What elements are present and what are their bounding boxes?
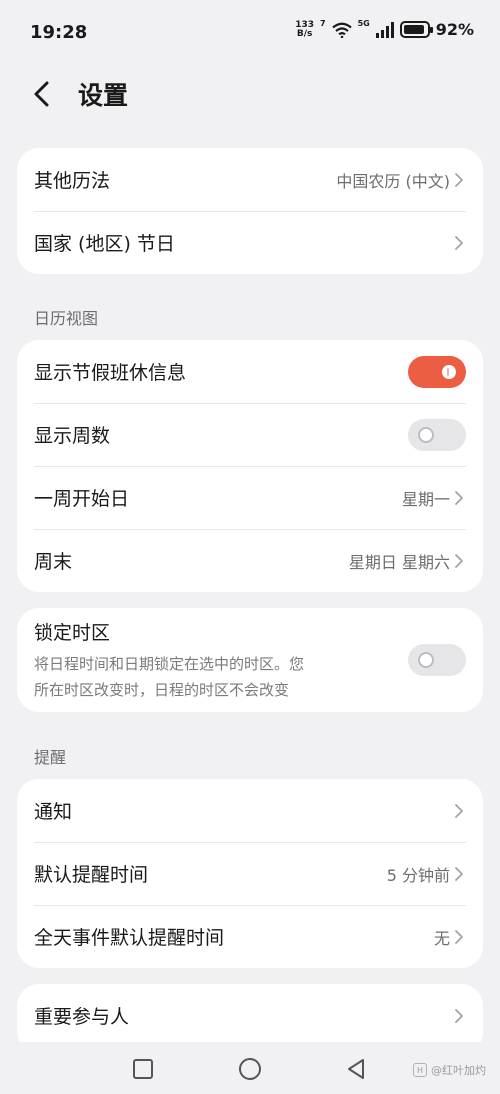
calendar-type-card: 其他历法 中国农历 (中文) 国家 (地区) 节日 <box>17 148 483 274</box>
chevron-right-icon <box>454 552 466 570</box>
other-calendar-row[interactable]: 其他历法 中国农历 (中文) <box>17 148 483 211</box>
notification-label: 通知 <box>34 801 73 823</box>
lock-timezone-desc-line2: 所在时区改变时，日程的时区不会改变 <box>34 680 290 699</box>
allday-reminder-label: 全天事件默认提醒时间 <box>34 927 225 949</box>
square-icon <box>133 1059 153 1079</box>
reminder-card: 通知 默认提醒时间 5 分钟前 全天事件默认提醒时间 无 <box>17 779 483 968</box>
weekend-label: 周末 <box>34 551 73 573</box>
page-title: 设置 <box>78 81 129 110</box>
signal-icon <box>375 21 394 38</box>
week-start-value: 星期一 <box>401 489 450 509</box>
show-week-number-row: 显示周数 <box>17 403 483 466</box>
battery-percent: 92% <box>435 20 474 39</box>
chevron-right-icon <box>454 234 466 252</box>
weekend-row[interactable]: 周末 星期日 星期六 <box>17 529 483 592</box>
status-bar: 19:28 133 B/s 7 5G 92% <box>0 0 500 66</box>
status-time: 19:28 <box>30 22 88 43</box>
week-start-row[interactable]: 一周开始日 星期一 <box>17 466 483 529</box>
lock-timezone-row: 锁定时区 将日程时间和日期锁定在选中的时区。您 所在时区改变时，日程的时区不会改… <box>17 608 483 712</box>
chevron-right-icon <box>454 802 466 820</box>
important-attendees-label: 重要参与人 <box>34 1006 130 1028</box>
week-start-label: 一周开始日 <box>34 488 130 510</box>
default-reminder-label: 默认提醒时间 <box>34 864 149 886</box>
weekend-value: 星期日 星期六 <box>348 552 450 572</box>
show-week-number-toggle[interactable] <box>408 418 466 451</box>
chevron-right-icon <box>454 171 466 189</box>
header: 设置 <box>0 74 500 114</box>
signal-label: 5G <box>357 19 370 28</box>
default-reminder-value: 5 分钟前 <box>386 865 450 885</box>
allday-reminder-value: 无 <box>433 928 450 948</box>
calendar-view-card: 显示节假班休信息 显示周数 一周开始日 星期一 周末 星期日 星期六 <box>17 340 483 592</box>
network-speed-unit: B/s <box>296 28 313 39</box>
wifi-label: 7 <box>319 19 326 28</box>
network-speed: 133 B/s <box>295 20 314 39</box>
other-calendar-value: 中国农历 (中文) <box>336 171 450 191</box>
status-icons: 133 B/s 7 5G 92% <box>295 19 474 39</box>
allday-reminder-row[interactable]: 全天事件默认提醒时间 无 <box>17 905 483 968</box>
recents-button[interactable] <box>126 1052 160 1086</box>
national-holidays-label: 国家 (地区) 节日 <box>34 233 175 255</box>
chevron-right-icon <box>454 865 466 883</box>
chevron-left-icon <box>34 81 49 107</box>
back-nav-button[interactable] <box>339 1052 373 1086</box>
battery-icon <box>399 21 433 38</box>
show-holiday-row: 显示节假班休信息 <box>17 340 483 403</box>
back-button[interactable] <box>32 78 64 110</box>
settings-screen: 19:28 133 B/s 7 5G 92% 设置 其他历法 中国农历 (中文)… <box>0 0 500 1094</box>
other-calendar-label: 其他历法 <box>34 170 111 192</box>
system-nav-bar: H @红叶加灼 <box>0 1042 500 1094</box>
notification-row[interactable]: 通知 <box>17 779 483 842</box>
triangle-back-icon <box>348 1059 364 1079</box>
watermark-text: @红叶加灼 <box>431 1064 486 1077</box>
chevron-right-icon <box>454 489 466 507</box>
section-title-calendar-view: 日历视图 <box>34 309 99 328</box>
show-holiday-label: 显示节假班休信息 <box>34 362 187 384</box>
important-attendees-row[interactable]: 重要参与人 <box>17 984 483 1047</box>
section-title-reminder: 提醒 <box>34 748 67 767</box>
lock-timezone-card: 锁定时区 将日程时间和日期锁定在选中的时区。您 所在时区改变时，日程的时区不会改… <box>17 608 483 712</box>
default-reminder-row[interactable]: 默认提醒时间 5 分钟前 <box>17 842 483 905</box>
chevron-right-icon <box>454 928 466 946</box>
show-week-number-label: 显示周数 <box>34 425 111 447</box>
watermark: H @红叶加灼 <box>413 1062 486 1078</box>
lock-timezone-desc-line1: 将日程时间和日期锁定在选中的时区。您 <box>34 654 305 673</box>
wifi-icon <box>331 22 352 38</box>
circle-icon <box>239 1058 261 1080</box>
lock-timezone-title: 锁定时区 <box>34 621 111 644</box>
watermark-badge: H <box>413 1063 427 1077</box>
national-holidays-row[interactable]: 国家 (地区) 节日 <box>17 211 483 274</box>
lock-timezone-toggle[interactable] <box>408 644 466 676</box>
home-button[interactable] <box>233 1052 267 1086</box>
show-holiday-toggle[interactable] <box>408 355 466 388</box>
chevron-right-icon <box>454 1007 466 1025</box>
lock-timezone-text: 锁定时区 将日程时间和日期锁定在选中的时区。您 所在时区改变时，日程的时区不会改… <box>34 618 408 703</box>
